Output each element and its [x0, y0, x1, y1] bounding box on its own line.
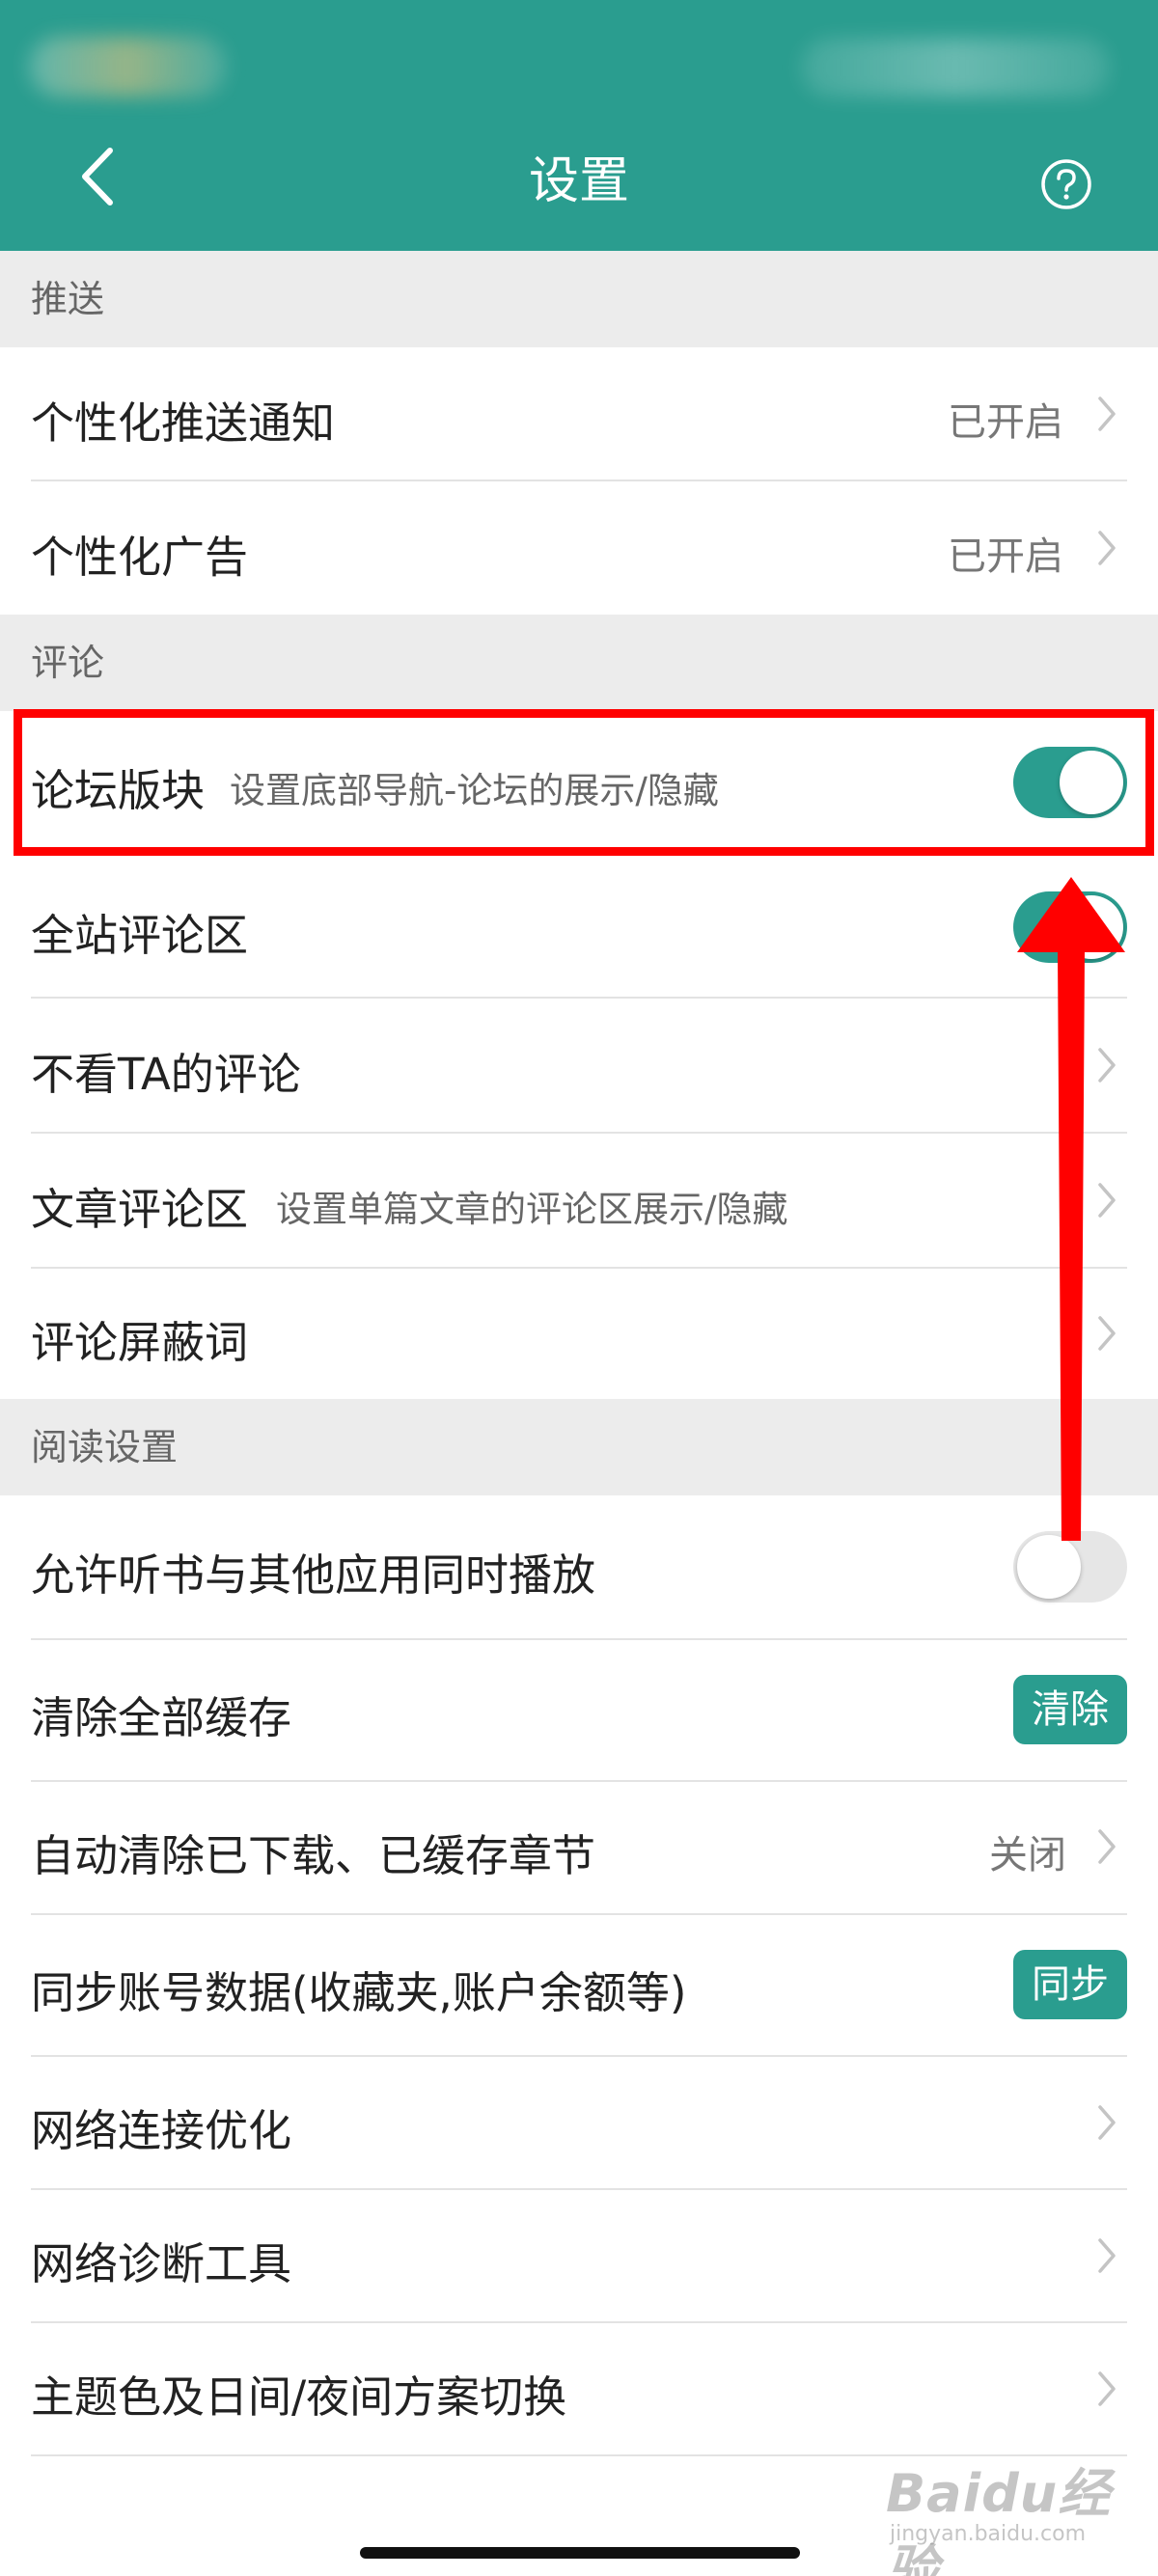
row-subtitle: 设置单篇文章的评论区展示/隐藏 [276, 1189, 788, 1230]
row-label: 论坛版块 [31, 765, 206, 816]
row-network-optimization[interactable]: 网络连接优化 [0, 2057, 1158, 2188]
row-value: 关闭 [989, 1833, 1066, 1877]
chevron-right-icon [1098, 2105, 1116, 2140]
row-label: 全站评论区 [31, 910, 249, 961]
section-header-push: 推送 [0, 251, 1158, 347]
toggle-knob [1017, 1535, 1081, 1599]
row-label: 同步账号数据(收藏夹,账户余额等) [31, 1967, 687, 2018]
site-comments-toggle[interactable] [1013, 891, 1127, 963]
row-label: 清除全部缓存 [31, 1692, 292, 1743]
row-label: 主题色及日间/夜间方案切换 [31, 2371, 567, 2423]
row-clear-cache: 清除全部缓存 清除 [0, 1640, 1158, 1780]
row-label: 自动清除已下载、已缓存章节 [31, 1830, 596, 1881]
row-theme-switch[interactable]: 主题色及日间/夜间方案切换 [0, 2323, 1158, 2454]
audio-mix-toggle[interactable] [1013, 1531, 1127, 1603]
row-audio-mix: 允许听书与其他应用同时播放 [0, 1495, 1158, 1638]
chevron-right-icon [1098, 1829, 1116, 1864]
status-bar-blurred-right [801, 39, 1110, 96]
home-indicator[interactable] [360, 2547, 800, 2559]
sync-button[interactable]: 同步 [1013, 1950, 1127, 2019]
row-label: 网络连接优化 [31, 2105, 292, 2156]
row-label: 不看TA的评论 [31, 1049, 301, 1100]
section-header-comments: 评论 [0, 615, 1158, 711]
section-header-reading: 阅读设置 [0, 1399, 1158, 1495]
row-label: 网络诊断工具 [31, 2238, 292, 2289]
forum-section-toggle[interactable] [1013, 747, 1127, 818]
row-blocked-words[interactable]: 评论屏蔽词 [0, 1269, 1158, 1399]
chevron-right-icon [1098, 531, 1116, 565]
row-hide-user-comments[interactable]: 不看TA的评论 [0, 999, 1158, 1132]
row-label: 个性化广告 [31, 532, 249, 583]
row-value: 已开启 [948, 400, 1063, 445]
toggle-knob [1060, 751, 1123, 814]
row-label: 个性化推送通知 [31, 397, 336, 449]
row-personalized-push[interactable]: 个性化推送通知 已开启 [0, 347, 1158, 480]
page-title: 设置 [528, 152, 629, 210]
chevron-right-icon [1098, 397, 1116, 431]
row-forum-section: 论坛版块 设置底部导航-论坛的展示/隐藏 [0, 711, 1158, 854]
toggle-knob [1060, 895, 1123, 959]
row-value: 已开启 [948, 534, 1063, 579]
row-site-comments: 全站评论区 [0, 862, 1158, 997]
question-circle-icon [1041, 159, 1091, 209]
help-button[interactable] [1040, 158, 1092, 210]
chevron-right-icon [1098, 2238, 1116, 2273]
row-divider [31, 2454, 1127, 2456]
clear-cache-button[interactable]: 清除 [1013, 1675, 1127, 1744]
row-network-diagnostics[interactable]: 网络诊断工具 [0, 2190, 1158, 2321]
row-label: 评论屏蔽词 [31, 1317, 249, 1368]
watermark-logo: Baidu经验 [886, 2463, 1112, 2576]
header-bar: 设置 [0, 0, 1158, 251]
row-label: 允许听书与其他应用同时播放 [31, 1549, 596, 1601]
watermark: Baidu经验 jingyan.baidu.com [886, 2451, 1146, 2576]
chevron-right-icon [1098, 1183, 1116, 1218]
row-personalized-ads[interactable]: 个性化广告 已开启 [0, 481, 1158, 615]
row-subtitle: 设置底部导航-论坛的展示/隐藏 [230, 770, 719, 811]
watermark-url: jingyan.baidu.com [890, 2522, 1087, 2546]
settings-screen: 设置 推送 个性化推送通知 已开启 个性化广告 已开启 评论 论坛版块 设置底部… [0, 0, 1158, 2576]
row-label: 文章评论区 [31, 1184, 249, 1235]
row-auto-clear[interactable]: 自动清除已下载、已缓存章节 关闭 [0, 1782, 1158, 1913]
chevron-right-icon [1098, 2371, 1116, 2406]
chevron-right-icon [1098, 1316, 1116, 1351]
row-article-comments[interactable]: 文章评论区 设置单篇文章的评论区展示/隐藏 [0, 1134, 1158, 1267]
chevron-right-icon [1098, 1048, 1116, 1082]
status-bar-blurred-left [29, 37, 227, 96]
row-sync-account: 同步账号数据(收藏夹,账户余额等) 同步 [0, 1915, 1158, 2055]
